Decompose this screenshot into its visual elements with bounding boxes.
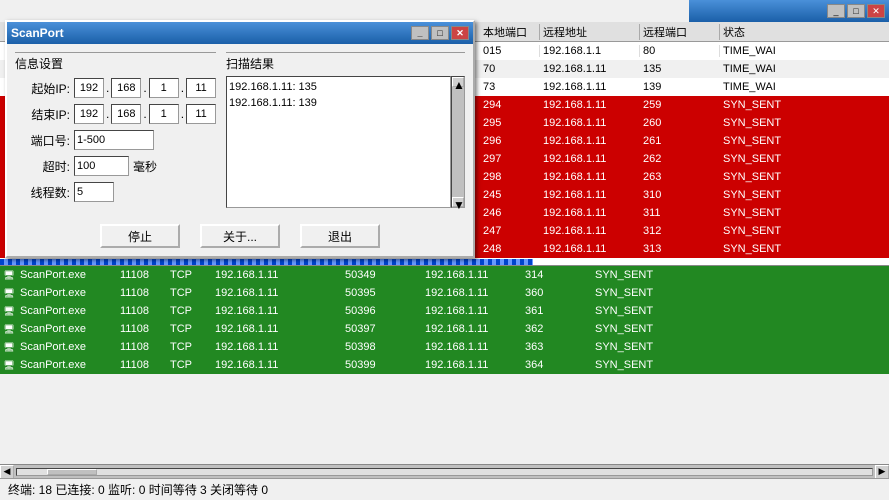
table-row: 🖥 ScanPort.exe 11108 TCP 192.168.1.11 50…: [0, 320, 889, 338]
col-status: 状态: [720, 24, 800, 40]
table-row: 🖥 ScanPort.exe 11108 TCP 192.168.1.11 50…: [0, 356, 889, 374]
exit-button[interactable]: 退出: [300, 224, 380, 248]
end-ip-row: 结束IP: . . .: [15, 104, 216, 124]
end-ip-p3[interactable]: [149, 104, 179, 124]
progress-bar-row: [0, 258, 889, 266]
info-section: 信息设置 起始IP: . . . 结束IP: .: [15, 52, 216, 208]
threads-label: 线程数:: [15, 184, 70, 201]
start-ip-p3[interactable]: [149, 78, 179, 98]
col-remote-port: 远程端口: [640, 24, 720, 40]
horizontal-scrollbar[interactable]: ◀ ▶: [0, 464, 889, 478]
dialog-close-button[interactable]: ✕: [451, 26, 469, 40]
start-ip-input: . . .: [74, 78, 216, 98]
timeout-label: 超时:: [15, 158, 70, 175]
port-label: 端口号:: [15, 132, 70, 149]
process-icon: 🖥: [3, 288, 14, 299]
status-bar: 终端: 18 已连接: 0 监听: 0 时间等待 3 关闭等待 0: [0, 478, 889, 500]
port-row: 端口号:: [15, 130, 216, 150]
result-item: 192.168.1.11: 139: [229, 95, 448, 111]
scroll-down-button[interactable]: ▼: [452, 197, 464, 207]
scan-dialog: ScanPort _ □ ✕ 信息设置 起始IP: . . .: [5, 20, 475, 258]
process-icon: 🖥: [3, 342, 14, 353]
start-ip-label: 起始IP:: [15, 80, 70, 97]
timeout-unit: 毫秒: [133, 158, 157, 175]
start-ip-row: 起始IP: . . .: [15, 78, 216, 98]
col-local-port: 本地端口: [480, 24, 540, 40]
results-scrollbar[interactable]: ▲ ▼: [451, 76, 465, 208]
process-icon: 🖥: [3, 360, 14, 371]
timeout-input[interactable]: [74, 156, 129, 176]
end-ip-input: . . .: [74, 104, 216, 124]
process-icon: 🖥: [3, 324, 14, 335]
scroll-up-button[interactable]: ▲: [452, 77, 464, 87]
result-item: 192.168.1.11: 135: [229, 79, 448, 95]
end-ip-p4[interactable]: [186, 104, 216, 124]
dialog-title: ScanPort: [11, 26, 64, 40]
minimize-button[interactable]: _: [827, 4, 845, 18]
start-ip-p2[interactable]: [111, 78, 141, 98]
maximize-button[interactable]: □: [847, 4, 865, 18]
dialog-maximize-button[interactable]: □: [431, 26, 449, 40]
dialog-titlebar: ScanPort _ □ ✕: [7, 22, 473, 44]
scroll-thumb[interactable]: [47, 469, 97, 475]
progress-bar: [0, 259, 533, 265]
dialog-titlebar-buttons: _ □ ✕: [411, 26, 469, 40]
results-section: 扫描结果 192.168.1.11: 135 192.168.1.11: 139…: [226, 52, 465, 208]
process-icon: 🖥: [3, 306, 14, 317]
dialog-content: 信息设置 起始IP: . . . 结束IP: .: [7, 44, 473, 216]
table-row: 🖥 ScanPort.exe 11108 TCP 192.168.1.11 50…: [0, 284, 889, 302]
end-ip-label: 结束IP:: [15, 106, 70, 123]
timeout-row: 超时: 毫秒: [15, 156, 216, 176]
port-input[interactable]: [74, 130, 154, 150]
start-ip-p4[interactable]: [186, 78, 216, 98]
close-button[interactable]: ✕: [867, 4, 885, 18]
table-row: 🖥 ScanPort.exe 11108 TCP 192.168.1.11 50…: [0, 266, 889, 284]
about-button[interactable]: 关于...: [200, 224, 280, 248]
threads-row: 线程数:: [15, 182, 216, 202]
start-ip-p1[interactable]: [74, 78, 104, 98]
end-ip-p2[interactable]: [111, 104, 141, 124]
dialog-buttons: 停止 关于... 退出: [7, 216, 473, 256]
results-list[interactable]: 192.168.1.11: 135 192.168.1.11: 139: [226, 76, 451, 208]
status-text: 终端: 18 已连接: 0 监听: 0 时间等待 3 关闭等待 0: [8, 481, 268, 498]
col-remote-addr: 远程地址: [540, 24, 640, 40]
scroll-right-button[interactable]: ▶: [875, 465, 889, 479]
results-title: 扫描结果: [226, 52, 465, 72]
stop-button[interactable]: 停止: [100, 224, 180, 248]
table-row: 🖥 ScanPort.exe 11108 TCP 192.168.1.11 50…: [0, 338, 889, 356]
end-ip-p1[interactable]: [74, 104, 104, 124]
process-icon: 🖥: [3, 270, 14, 281]
scroll-left-button[interactable]: ◀: [0, 465, 14, 479]
threads-input[interactable]: [74, 182, 114, 202]
table-row: 🖥 ScanPort.exe 11108 TCP 192.168.1.11 50…: [0, 302, 889, 320]
dialog-minimize-button[interactable]: _: [411, 26, 429, 40]
info-section-title: 信息设置: [15, 52, 216, 72]
table-header-visible: 本地端口 远程地址 远程端口 状态: [480, 22, 889, 42]
